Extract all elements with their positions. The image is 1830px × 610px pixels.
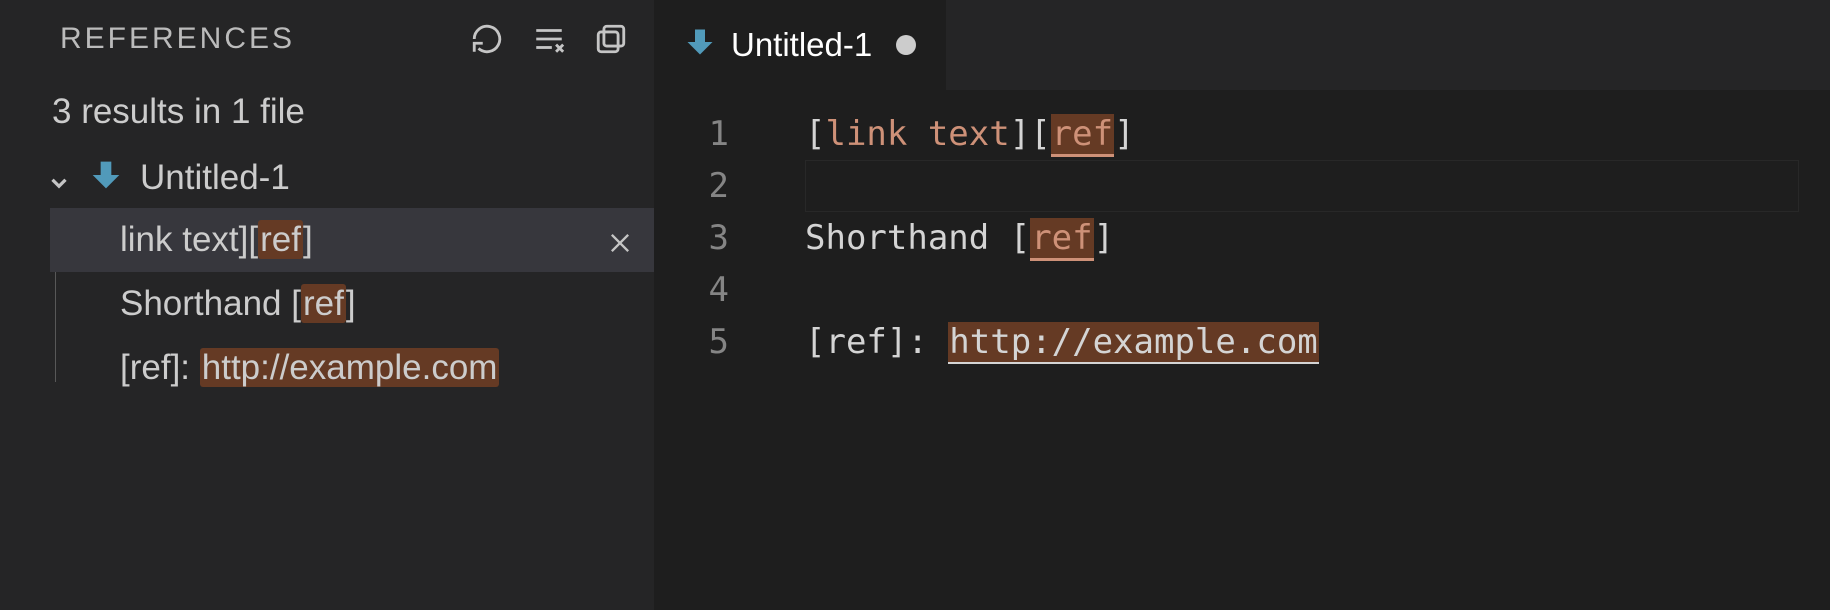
token-ref-highlight: ref (1030, 218, 1093, 261)
token-ref-highlight: ref (1051, 114, 1114, 157)
result-match-highlight: http://example.com (200, 348, 500, 387)
results-summary: 3 results in 1 file (0, 74, 654, 152)
code-content[interactable]: [link text][ref]Shorthand [ref][ref]: ht… (757, 108, 1830, 368)
token-linktext: link text (825, 114, 1009, 154)
line-gutter: 12345 (655, 108, 757, 368)
result-item-text: [ref]: http://example.com (120, 348, 634, 388)
result-item[interactable]: Shorthand [ref] (50, 272, 654, 336)
arrow-down-file-icon (685, 27, 715, 63)
dismiss-result-icon[interactable] (606, 226, 634, 254)
app-root: REFERENCES 3 results in 1 fi (0, 0, 1830, 610)
code-line[interactable] (805, 264, 1830, 316)
line-number: 2 (709, 160, 729, 212)
editor-tab[interactable]: Untitled-1 (655, 0, 946, 90)
tab-bar: Untitled-1 (655, 0, 1830, 90)
references-actions (470, 22, 628, 56)
dirty-indicator-icon[interactable] (896, 35, 916, 55)
references-header: REFERENCES (0, 0, 654, 74)
clear-list-icon[interactable] (532, 22, 566, 56)
token-bracket: ] (1094, 218, 1114, 258)
code-line[interactable]: [link text][ref] (805, 108, 1830, 160)
result-match-highlight: ref (258, 220, 303, 259)
code-line[interactable]: Shorthand [ref] (805, 212, 1830, 264)
line-number: 4 (709, 264, 729, 316)
token-url: http://example.com (948, 322, 1318, 364)
result-file-name: Untitled-1 (140, 158, 290, 198)
arrow-down-file-icon (90, 159, 122, 197)
result-match-highlight: ref (301, 284, 346, 323)
line-number: 1 (709, 108, 729, 160)
tab-title: Untitled-1 (731, 26, 872, 64)
collapse-all-icon[interactable] (594, 22, 628, 56)
code-area[interactable]: 12345 [link text][ref]Shorthand [ref][re… (655, 90, 1830, 368)
result-item[interactable]: link text][ref] (50, 208, 654, 272)
result-item-text: Shorthand [ref] (120, 284, 634, 324)
code-line[interactable] (805, 160, 1799, 212)
results-tree: Untitled-1 link text][ref] Shorthand [ref… (0, 152, 654, 400)
token-plain: [ref]: (805, 322, 948, 362)
result-items: link text][ref] Shorthand [ref] [ref]: htt… (0, 208, 654, 400)
result-file-row[interactable]: Untitled-1 (0, 152, 654, 208)
token-plain: Shorthand (805, 218, 1010, 258)
result-item-text: link text][ref] (120, 220, 606, 260)
line-number: 5 (709, 316, 729, 368)
references-panel: REFERENCES 3 results in 1 fi (0, 0, 655, 610)
token-bracket: [ (1010, 218, 1030, 258)
editor-area: Untitled-1 12345 [link text][ref]Shortha… (655, 0, 1830, 610)
result-item[interactable]: [ref]: http://example.com (50, 336, 654, 400)
code-line[interactable]: [ref]: http://example.com (805, 316, 1830, 368)
references-title: REFERENCES (60, 22, 295, 56)
line-number: 3 (709, 212, 729, 264)
token-bracket: ][ (1010, 114, 1051, 154)
token-bracket: ] (1114, 114, 1134, 154)
chevron-down-icon[interactable] (46, 165, 72, 191)
token-bracket: [ (805, 114, 825, 154)
refresh-icon[interactable] (470, 22, 504, 56)
